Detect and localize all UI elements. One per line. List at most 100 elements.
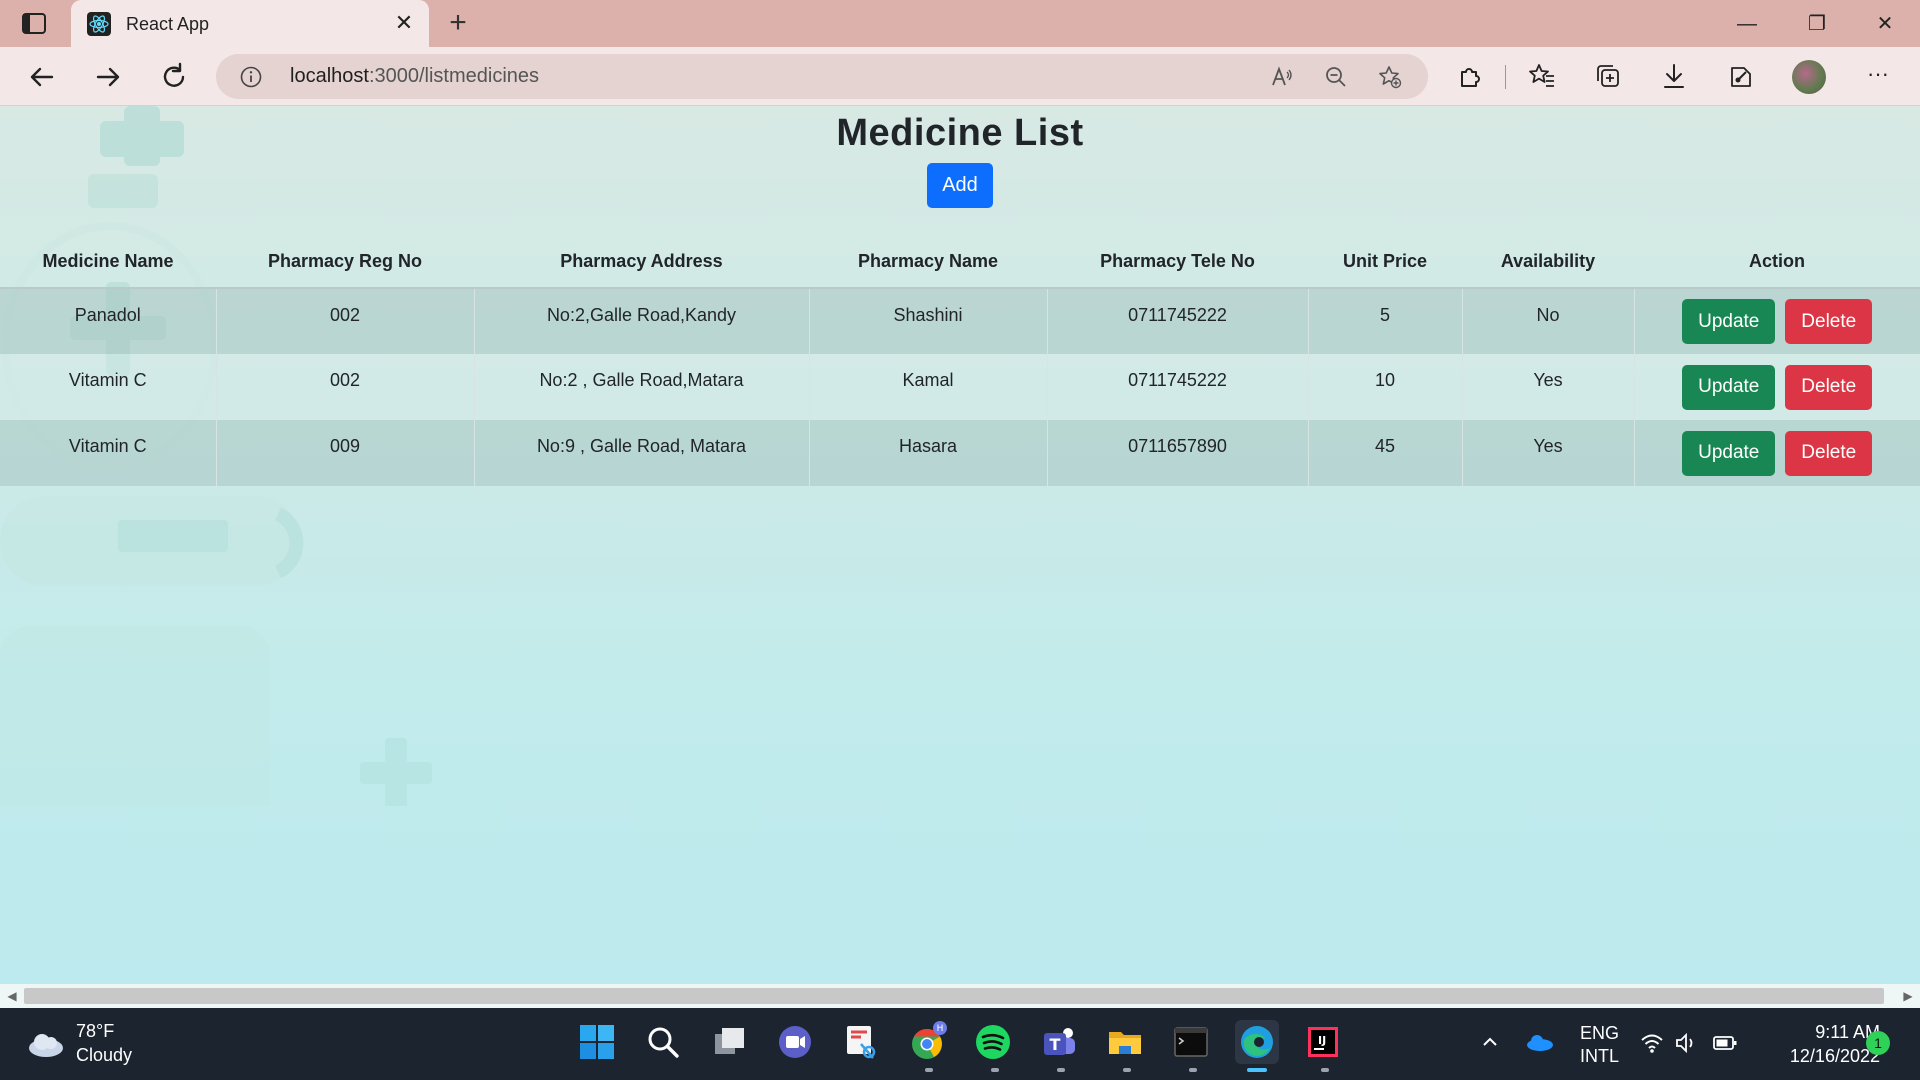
new-tab-button[interactable]: + xyxy=(444,8,472,38)
chevron-up-icon[interactable] xyxy=(1480,1032,1500,1052)
cell-reg-no: 009 xyxy=(216,420,475,486)
task-view-icon[interactable] xyxy=(707,1020,751,1064)
update-button[interactable]: Update xyxy=(1682,299,1776,344)
zoom-out-icon[interactable] xyxy=(1324,65,1348,89)
more-options-icon[interactable]: ··· xyxy=(1862,59,1894,91)
header-pharmacy-reg-no: Pharmacy Reg No xyxy=(216,236,474,289)
profile-avatar[interactable] xyxy=(1792,60,1826,94)
cloud-weather-icon[interactable] xyxy=(26,1030,66,1058)
info-icon[interactable] xyxy=(240,66,262,88)
cell-tele-no: 0711745222 xyxy=(1047,354,1309,420)
cell-actions: Update Delete xyxy=(1634,288,1920,354)
update-button[interactable]: Update xyxy=(1682,364,1776,410)
cell-tele-no: 0711657890 xyxy=(1047,420,1309,486)
url-text: localhost:3000/listmedicines xyxy=(290,65,540,87)
address-bar[interactable]: localhost:3000/listmedicines xyxy=(216,54,1428,99)
cell-availability: Yes xyxy=(1462,354,1635,420)
clock-date[interactable]: 12/16/2022 xyxy=(1755,1046,1880,1067)
table-row: Vitamin C 002 No:2 , Galle Road,Matara K… xyxy=(0,354,1920,420)
terminal-icon[interactable] xyxy=(1169,1020,1213,1064)
close-tab-icon[interactable]: ✕ xyxy=(391,10,417,36)
extensions-icon[interactable] xyxy=(1456,62,1484,90)
update-button[interactable]: Update xyxy=(1682,430,1776,476)
tab-actions-icon[interactable] xyxy=(20,11,50,37)
performance-icon[interactable] xyxy=(1726,62,1754,90)
running-indicator xyxy=(1057,1068,1065,1072)
delete-button[interactable]: Delete xyxy=(1785,364,1873,410)
keyboard-layout-indicator[interactable]: INTL xyxy=(1580,1046,1619,1067)
refresh-icon[interactable] xyxy=(158,61,190,93)
scrollbar-thumb[interactable] xyxy=(24,988,1884,1004)
intellij-icon[interactable]: IJ xyxy=(1301,1020,1345,1064)
header-pharmacy-tele-no: Pharmacy Tele No xyxy=(1047,236,1308,289)
toolbar-divider xyxy=(1505,65,1506,89)
horizontal-scrollbar[interactable]: ◀ ▶ xyxy=(0,984,1920,1008)
download-icon[interactable] xyxy=(1660,62,1688,90)
file-explorer-icon[interactable] xyxy=(1103,1020,1147,1064)
tab-title: React App xyxy=(126,14,210,34)
cell-availability: No xyxy=(1462,288,1635,354)
windows-taskbar: 78°F Cloudy H T IJ ENG INTL 9:11 AM 12/1… xyxy=(0,1008,1920,1080)
cell-address: No:2 , Galle Road,Matara xyxy=(474,354,810,420)
header-medicine-name: Medicine Name xyxy=(0,236,216,289)
active-app-indicator xyxy=(1247,1068,1267,1072)
battery-icon[interactable] xyxy=(1712,1033,1738,1053)
table-row: Panadol 002 No:2,Galle Road,Kandy Shashi… xyxy=(0,288,1920,354)
edge-icon[interactable] xyxy=(1235,1020,1279,1064)
delete-button[interactable]: Delete xyxy=(1785,430,1873,476)
back-arrow-icon[interactable] xyxy=(26,61,58,93)
search-icon[interactable] xyxy=(641,1020,685,1064)
chrome-icon[interactable]: H xyxy=(905,1020,949,1064)
read-aloud-icon[interactable] xyxy=(1270,65,1294,89)
restore-icon[interactable]: ❐ xyxy=(1802,10,1832,38)
close-window-icon[interactable]: ✕ xyxy=(1870,10,1900,38)
volume-icon[interactable] xyxy=(1674,1032,1698,1054)
add-favorite-icon[interactable] xyxy=(1378,65,1402,89)
react-logo-icon xyxy=(87,12,111,36)
running-indicator xyxy=(1123,1068,1131,1072)
svg-text:T: T xyxy=(1050,1035,1061,1054)
collections-icon[interactable] xyxy=(1594,62,1622,90)
cell-medicine-name: Panadol xyxy=(0,288,217,354)
start-windows-icon[interactable] xyxy=(575,1020,619,1064)
header-unit-price: Unit Price xyxy=(1308,236,1462,289)
add-medicine-button[interactable]: Add xyxy=(927,163,993,208)
cell-address: No:2,Galle Road,Kandy xyxy=(474,288,810,354)
cell-actions: Update Delete xyxy=(1634,420,1920,486)
forward-arrow-icon[interactable] xyxy=(92,61,124,93)
delete-button[interactable]: Delete xyxy=(1785,299,1873,344)
cell-reg-no: 002 xyxy=(216,354,475,420)
cell-address: No:9 , Galle Road, Matara xyxy=(474,420,810,486)
language-indicator[interactable]: ENG xyxy=(1580,1023,1619,1044)
wifi-icon[interactable] xyxy=(1640,1032,1664,1054)
weather-description: Cloudy xyxy=(76,1045,133,1065)
browser-tab[interactable]: React App ✕ xyxy=(71,0,429,47)
onedrive-cloud-icon[interactable] xyxy=(1524,1032,1554,1052)
page-title: Medicine List xyxy=(836,112,1084,154)
minimize-icon[interactable]: — xyxy=(1732,10,1762,38)
cell-pharmacy-name: Kamal xyxy=(809,354,1048,420)
running-indicator xyxy=(1321,1068,1329,1072)
teams-icon[interactable]: T xyxy=(1037,1020,1081,1064)
favorites-icon[interactable] xyxy=(1528,62,1556,90)
header-action: Action xyxy=(1634,236,1920,289)
cell-medicine-name: Vitamin C xyxy=(0,354,217,420)
clock-time[interactable]: 9:11 AM xyxy=(1760,1022,1880,1043)
header-pharmacy-address: Pharmacy Address xyxy=(474,236,809,289)
cell-reg-no: 002 xyxy=(216,288,475,354)
scroll-right-icon[interactable]: ▶ xyxy=(1900,987,1916,1005)
header-pharmacy-name: Pharmacy Name xyxy=(809,236,1047,289)
running-indicator xyxy=(925,1068,933,1072)
notification-badge[interactable]: 1 xyxy=(1866,1031,1890,1055)
cell-unit-price: 5 xyxy=(1308,288,1463,354)
scroll-left-icon[interactable]: ◀ xyxy=(4,987,20,1005)
snipping-tool-icon[interactable] xyxy=(839,1020,883,1064)
cell-availability: Yes xyxy=(1462,420,1635,486)
running-indicator xyxy=(1189,1068,1197,1072)
spotify-icon[interactable] xyxy=(971,1020,1015,1064)
svg-text:IJ: IJ xyxy=(1318,1034,1326,1047)
meet-chat-icon[interactable] xyxy=(773,1020,817,1064)
browser-title-bar: React App ✕ + — ❐ ✕ xyxy=(0,0,1920,47)
cell-unit-price: 45 xyxy=(1308,420,1463,486)
browser-toolbar: localhost:3000/listmedicines ··· xyxy=(0,47,1920,106)
